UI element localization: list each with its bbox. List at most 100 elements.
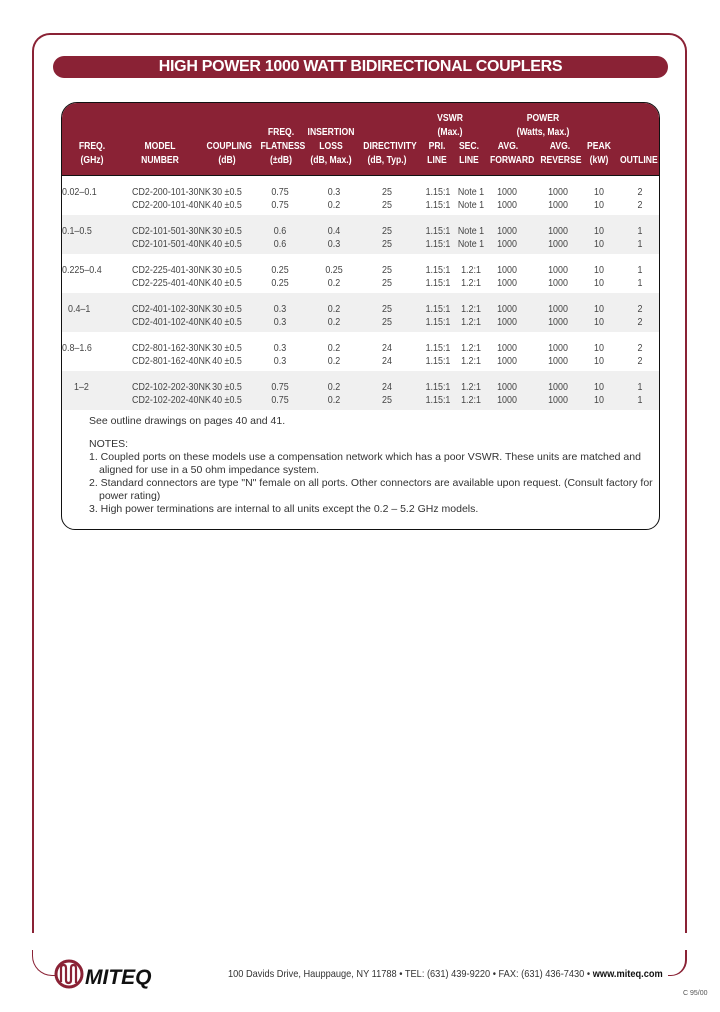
cell-directivity: 25 — [382, 315, 392, 328]
cell-peak: 10 — [594, 393, 604, 406]
cell-flatness: 0.3 — [273, 354, 287, 367]
header-line: (dB, Max.) — [310, 154, 352, 166]
cell-pri: 1.15:1 — [425, 186, 451, 198]
cell-flatness: 0.3 — [273, 303, 287, 315]
header-line: (Watts, Max.) — [516, 126, 570, 138]
column-header-freq: FREQ. (GHz) — [76, 139, 109, 167]
column-header-vswr-sec: SEC. LINE — [457, 139, 482, 167]
cell-peak: 10 — [594, 186, 604, 198]
footer-contact: 100 Davids Drive, Hauppauge, NY 11788 • … — [228, 968, 663, 980]
cell-fwd: 1000 — [497, 342, 517, 354]
cell-rev: 1000 — [548, 225, 568, 237]
cell-coupling: 30 ±0.5 — [212, 225, 242, 237]
cell-directivity: 25 — [382, 237, 392, 250]
cell-flatness: 0.75 — [271, 186, 289, 198]
header-line: (±dB) — [270, 154, 292, 166]
cell-outline: 1 — [637, 237, 643, 250]
cell-peak: 10 — [594, 276, 604, 289]
cell-coupling: 40 ±0.5 — [212, 198, 242, 211]
cell-coupling: 40 ±0.5 — [212, 393, 242, 406]
cell-insertion: 0.2 — [327, 198, 341, 211]
cell-directivity: 24 — [382, 381, 392, 393]
cell-pri: 1.15:1 — [425, 342, 451, 354]
freq-range: 0.225–0.4 — [62, 264, 102, 276]
cell-sec: 1.2:1 — [461, 264, 481, 276]
cell-rev: 1000 — [548, 237, 568, 250]
cell-flatness: 0.6 — [273, 225, 287, 237]
header-line: FREQ. — [78, 140, 106, 152]
cell-insertion: 0.3 — [327, 186, 341, 198]
cell-directivity: 25 — [382, 276, 392, 289]
cell-sec: 1.2:1 — [461, 303, 481, 315]
cell-pri: 1.15:1 — [425, 237, 451, 250]
cell-outline: 1 — [637, 276, 643, 289]
cell-fwd: 1000 — [497, 315, 517, 328]
cell-model: CD2-401-102-30NK — [132, 303, 211, 315]
cell-model: CD2-401-102-40NK — [132, 315, 211, 328]
cell-rev: 1000 — [548, 393, 568, 406]
freq-range: 1–2 — [74, 381, 89, 393]
cell-outline: 2 — [637, 342, 643, 354]
cell-model: CD2-101-501-40NK — [132, 237, 211, 250]
column-header-model: MODEL NUMBER — [135, 139, 184, 167]
cell-directivity: 24 — [382, 354, 392, 367]
cell-pri: 1.15:1 — [425, 276, 451, 289]
cell-coupling: 40 ±0.5 — [212, 237, 242, 250]
cell-sec: 1.2:1 — [461, 381, 481, 393]
note-item: 1. Coupled ports on these models use a c… — [89, 451, 641, 476]
cell-directivity: 25 — [382, 393, 392, 406]
header-line: MODEL — [144, 140, 176, 152]
cell-directivity: 25 — [382, 186, 392, 198]
cell-outline: 1 — [637, 225, 643, 237]
cell-fwd: 1000 — [497, 354, 517, 367]
header-line: PRI. — [428, 140, 446, 152]
cell-model: CD2-102-202-30NK — [132, 381, 211, 393]
cell-peak: 10 — [594, 198, 604, 211]
cell-flatness: 0.3 — [273, 315, 287, 328]
cell-rev: 1000 — [548, 315, 568, 328]
cell-peak: 10 — [594, 225, 604, 237]
header-line: INSERTION — [307, 126, 355, 138]
cell-peak: 10 — [594, 264, 604, 276]
header-line: OUTLINE — [619, 154, 658, 166]
cell-peak: 10 — [594, 381, 604, 393]
cell-sec: Note 1 — [457, 237, 485, 250]
freq-range: 0.1–0.5 — [62, 225, 92, 237]
cell-rev: 1000 — [548, 276, 568, 289]
header-line: (dB, Typ.) — [367, 154, 407, 166]
cell-rev: 1000 — [548, 198, 568, 211]
cell-sec: 1.2:1 — [461, 315, 481, 328]
cell-flatness: 0.25 — [271, 276, 289, 289]
separator: • — [399, 968, 403, 980]
cell-sec: 1.2:1 — [461, 276, 481, 289]
cell-insertion: 0.2 — [327, 381, 341, 393]
header-line: DIRECTIVITY — [363, 140, 417, 152]
column-header-avg-rev: AVG. REVERSE — [540, 139, 581, 167]
cell-flatness: 0.25 — [271, 264, 289, 276]
cell-flatness: 0.75 — [271, 381, 289, 393]
table-row-group: 0.8–1.6 CD2-801-162-30NK 30 ±0.5 0.3 0.2 24 1.… — [62, 332, 659, 371]
column-header-directivity: DIRECTIVITY (dB, Typ.) — [363, 139, 417, 167]
cell-coupling: 30 ±0.5 — [212, 264, 242, 276]
notes-section: See outline drawings on pages 40 and 41.… — [89, 415, 654, 516]
cell-flatness: 0.6 — [273, 237, 287, 250]
cell-model: CD2-801-162-40NK — [132, 354, 211, 367]
cell-fwd: 1000 — [497, 198, 517, 211]
page-frame-corner — [668, 950, 687, 976]
column-header-power-group: POWER (Watts, Max.) — [506, 111, 580, 139]
cell-model: CD2-102-202-40NK — [132, 393, 211, 406]
cell-fwd: 1000 — [497, 237, 517, 250]
header-line: POWER — [526, 112, 560, 124]
cell-outline: 2 — [637, 198, 643, 211]
cell-coupling: 40 ±0.5 — [212, 276, 242, 289]
cell-directivity: 25 — [382, 264, 392, 276]
cell-sec: Note 1 — [457, 225, 485, 237]
cell-model: CD2-101-501-30NK — [132, 225, 211, 237]
website-link[interactable]: www.miteq.com — [593, 968, 663, 980]
cell-outline: 1 — [637, 381, 643, 393]
header-line: VSWR — [437, 112, 463, 124]
note-item: 2. Standard connectors are type "N" fema… — [89, 477, 653, 502]
cell-insertion: 0.2 — [327, 393, 341, 406]
cell-fwd: 1000 — [497, 381, 517, 393]
cell-sec: Note 1 — [457, 198, 485, 211]
